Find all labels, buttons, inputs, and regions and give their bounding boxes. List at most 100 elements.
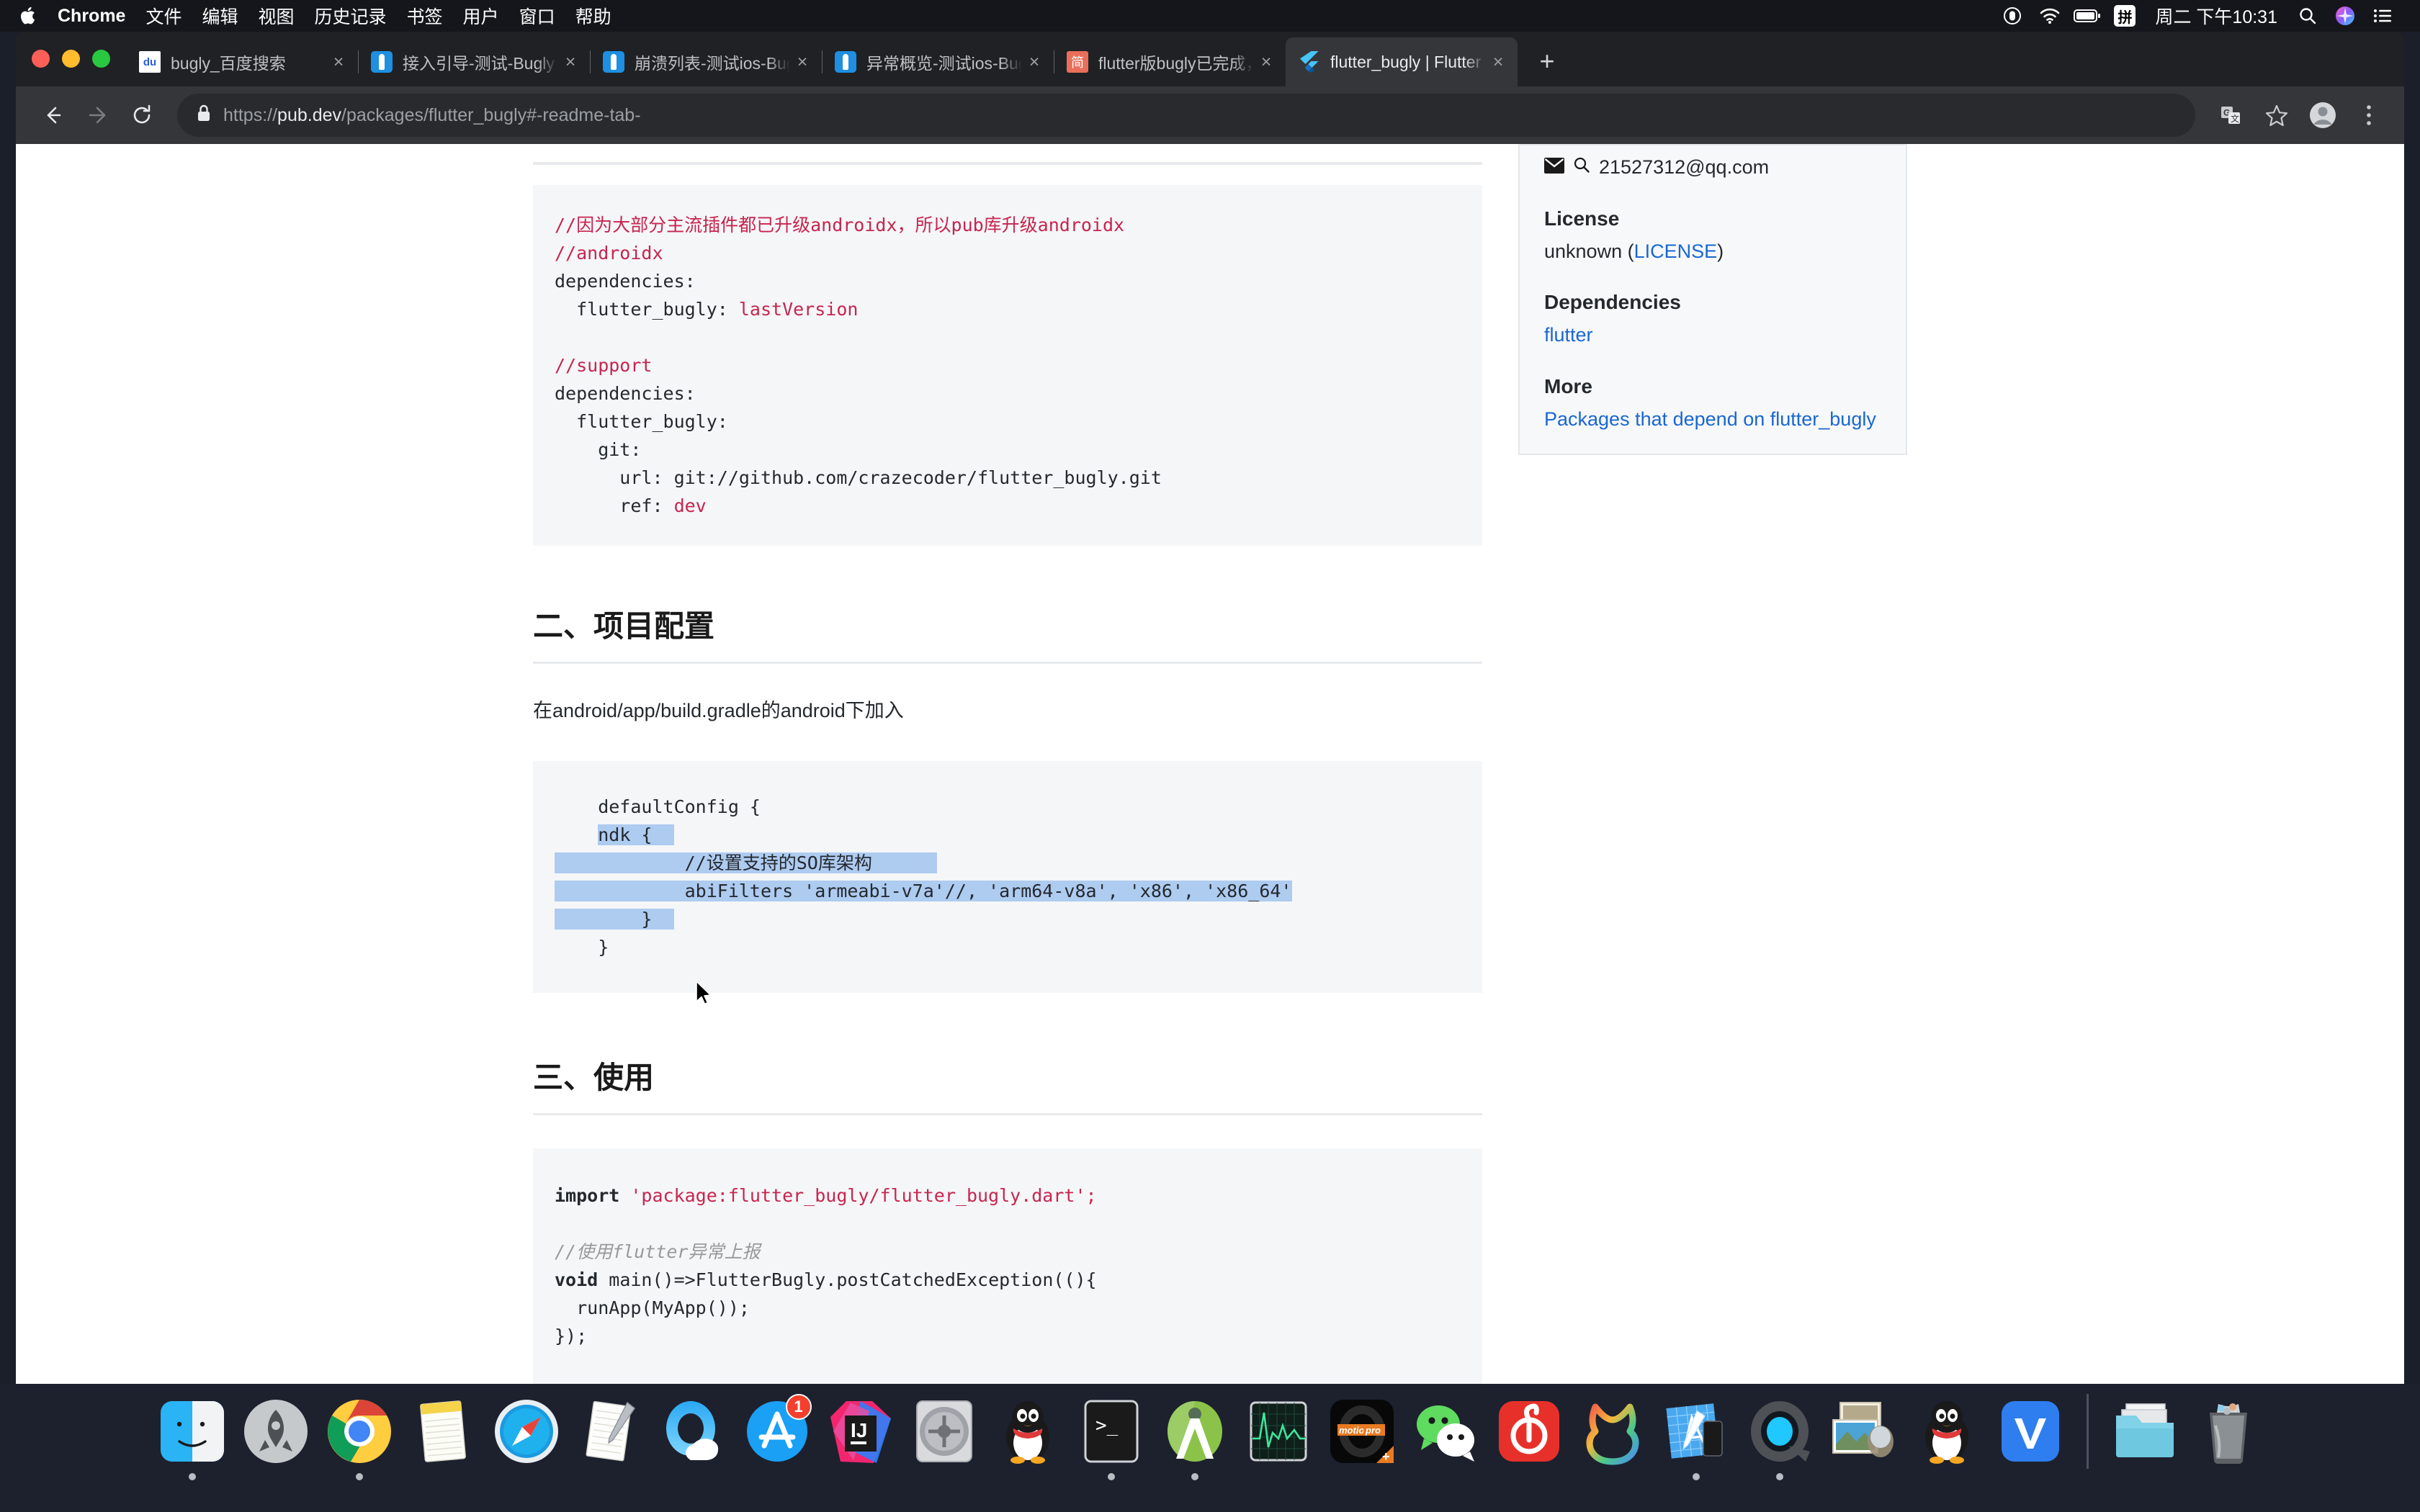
menu-edit[interactable]: 编辑	[192, 3, 248, 29]
airplay-icon[interactable]	[1994, 0, 2031, 32]
dock-item-launchpad[interactable]	[236, 1394, 316, 1485]
code-block-gradle[interactable]: defaultConfig { ndk { //设置支持的SO库架构 abiFi…	[533, 761, 1482, 994]
code-comment-androidx: //androidx	[555, 243, 663, 264]
dock-item-terminal[interactable]: >_	[1071, 1394, 1152, 1485]
close-tab-button[interactable]: ×	[558, 50, 583, 74]
menu-help[interactable]: 帮助	[565, 3, 622, 29]
quicktime-player-icon	[1742, 1394, 1817, 1469]
menu-profiles[interactable]: 用户	[453, 3, 509, 29]
translate-icon[interactable]: G文	[2210, 94, 2251, 136]
textedit-icon	[573, 1394, 647, 1469]
close-window-button[interactable]	[32, 50, 50, 68]
tab-flutter-bugly-package[interactable]: flutter_bugly | Flutter Package ×	[1286, 37, 1518, 86]
dock-item-google-chrome[interactable]	[319, 1394, 400, 1485]
dock-item-system-preferences[interactable]	[904, 1394, 985, 1485]
menu-file[interactable]: 文件	[135, 3, 192, 29]
tab-jianshu-article[interactable]: 简 flutter版bugly已完成，欢迎使用 ×	[1054, 37, 1286, 86]
siri-icon[interactable]	[2326, 0, 2364, 32]
dock-item-textedit[interactable]	[570, 1394, 650, 1485]
reload-icon[interactable]	[120, 93, 164, 138]
dock-item-activity-monitor[interactable]	[1238, 1394, 1319, 1485]
close-tab-button[interactable]: ×	[1486, 50, 1510, 74]
dock-item-android-studio[interactable]	[1155, 1394, 1235, 1485]
input-method-indicator[interactable]: 拼	[2106, 0, 2143, 32]
page-viewport[interactable]: //因为大部分主流插件都已升级androidx，所以pub库升级androidx…	[16, 144, 2404, 1384]
wifi-icon[interactable]	[2031, 0, 2069, 32]
activity-monitor-icon	[1241, 1394, 1316, 1469]
code-line-abifilters: abiFilters 'armeabi-v7a'//, 'arm64-v8a',…	[555, 881, 1292, 902]
dock-item-motion-pro[interactable]: motion pro +	[1322, 1394, 1402, 1485]
xcode-icon	[1659, 1394, 1734, 1469]
dock-item-tim[interactable]	[1906, 1394, 1987, 1485]
close-tab-button[interactable]: ×	[1254, 50, 1278, 74]
menu-view[interactable]: 视图	[248, 3, 305, 29]
dock-item-netease-music[interactable]	[1489, 1394, 1569, 1485]
dock-item-qq[interactable]	[987, 1394, 1068, 1485]
tab-bugly-guide[interactable]: 接入引导-测试-Bugly ×	[358, 37, 590, 86]
terminal-icon: >_	[1074, 1394, 1149, 1469]
dock-item-quicktime-player[interactable]	[1739, 1394, 1820, 1485]
dependency-link-flutter[interactable]: flutter	[1544, 324, 1593, 346]
close-tab-button[interactable]: ×	[326, 50, 351, 74]
close-tab-button[interactable]: ×	[1022, 50, 1047, 74]
dock-item-xcode[interactable]	[1656, 1394, 1736, 1485]
code-block-dart-usage[interactable]: import 'package:flutter_bugly/flutter_bu…	[533, 1148, 1482, 1384]
dock-divider	[2086, 1394, 2089, 1469]
dock-item-safari[interactable]	[486, 1394, 567, 1485]
spotlight-search-icon[interactable]	[2289, 0, 2326, 32]
notes-icon	[405, 1394, 480, 1469]
forward-icon[interactable]	[75, 93, 120, 138]
code-comment-support: //support	[555, 355, 653, 376]
dock-item-downloads-folder[interactable]	[2105, 1394, 2185, 1485]
more-link-packages-depend-on[interactable]: Packages that depend on flutter_bugly	[1544, 408, 1876, 430]
new-tab-button[interactable]: +	[1528, 42, 1567, 81]
app-store-badge: 1	[785, 1394, 812, 1420]
url-host: pub.dev	[277, 104, 342, 125]
dock-item-wps-office[interactable]	[1990, 1394, 2071, 1485]
dock-item-finder[interactable]	[152, 1394, 233, 1485]
tab-baidu-search[interactable]: du bugly_百度搜索 ×	[126, 37, 358, 86]
intellij-idea-icon: IJ	[823, 1394, 898, 1469]
menu-window[interactable]: 窗口	[509, 3, 565, 29]
svg-text:>_: >_	[1095, 1415, 1119, 1436]
dock-item-notes[interactable]	[403, 1394, 483, 1485]
menu-bookmarks[interactable]: 书签	[397, 3, 453, 29]
heading-section-2: 二、项目配置	[533, 602, 1482, 664]
dock-item-app-store[interactable]: 1	[737, 1394, 817, 1485]
dock-item-wechat[interactable]	[1405, 1394, 1486, 1485]
maximize-window-button[interactable]	[92, 50, 110, 68]
trash-icon	[2191, 1394, 2266, 1469]
dock-item-qq-browser[interactable]	[653, 1394, 734, 1485]
profile-avatar-icon[interactable]	[2302, 94, 2344, 136]
tab-strip: du bugly_百度搜索 × 接入引导-测试-Bugly × 崩溃列表-测试i…	[16, 32, 2404, 86]
address-bar[interactable]: https://pub.dev/packages/flutter_bugly#-…	[177, 94, 2195, 137]
chrome-menu-icon[interactable]	[2348, 94, 2390, 136]
dock-item-preview[interactable]	[1823, 1394, 1904, 1485]
control-center-icon[interactable]	[2364, 0, 2401, 32]
apple-logo-icon[interactable]	[20, 5, 39, 27]
safari-icon	[489, 1394, 564, 1469]
bookmark-star-icon[interactable]	[2256, 94, 2298, 136]
license-suffix: )	[1717, 240, 1724, 262]
menu-chrome[interactable]: Chrome	[58, 6, 135, 27]
dock-item-intellij-idea[interactable]: IJ	[820, 1394, 901, 1485]
dock-item-trash[interactable]	[2188, 1394, 2269, 1485]
back-icon[interactable]	[30, 93, 75, 138]
finder-icon	[155, 1394, 230, 1469]
search-icon	[1573, 153, 1590, 182]
close-tab-button[interactable]: ×	[790, 50, 815, 74]
tab-exception-overview[interactable]: 异常概览-测试ios-Bugly ×	[822, 37, 1054, 86]
menu-history[interactable]: 历史记录	[305, 3, 397, 29]
code-block-pubspec[interactable]: //因为大部分主流插件都已升级androidx，所以pub库升级androidx…	[533, 185, 1482, 546]
license-link[interactable]: LICENSE	[1634, 240, 1718, 262]
menu-bar-clock[interactable]: 周二 下午10:31	[2143, 3, 2289, 29]
minimize-window-button[interactable]	[62, 50, 80, 68]
downloads-folder-icon	[2107, 1394, 2182, 1469]
paragraph-gradle-instruction: 在android/app/build.gradle的android下加入	[533, 700, 904, 721]
svg-text:pro: pro	[1365, 1425, 1381, 1436]
dock-item-eagle[interactable]	[1572, 1394, 1653, 1485]
jianshu-favicon: 简	[1067, 51, 1088, 73]
toolbar-actions: G文	[2210, 94, 2390, 136]
battery-icon[interactable]	[2069, 0, 2106, 32]
tab-crash-list[interactable]: 崩溃列表-测试ios-Bugly ×	[590, 37, 822, 86]
